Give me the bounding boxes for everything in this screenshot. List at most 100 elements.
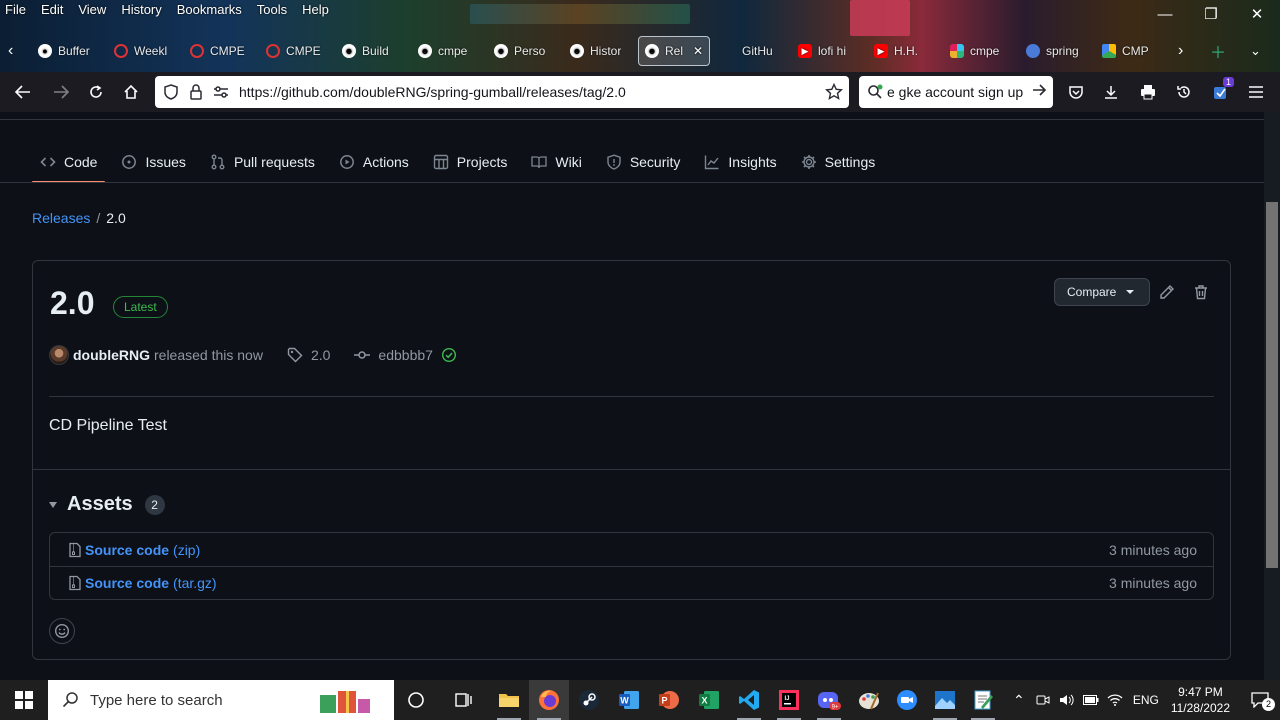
menu-file[interactable]: File — [5, 0, 26, 22]
tab-insights[interactable]: Insights — [696, 142, 784, 182]
task-view-cortana-icon[interactable] — [396, 680, 436, 720]
battery-icon[interactable] — [1079, 695, 1103, 705]
assets-toggle[interactable]: Assets 2 — [49, 493, 165, 516]
menu-bookmarks[interactable]: Bookmarks — [177, 0, 242, 22]
taskbar-search[interactable]: Type here to search — [48, 680, 394, 720]
show-hidden-icons-chevron-icon[interactable]: ⌃ — [1007, 692, 1031, 709]
tab-security[interactable]: Security — [598, 142, 689, 182]
tab-item[interactable]: ☻ Perso — [494, 36, 545, 66]
tab-item[interactable]: ▶ H.H. — [874, 36, 918, 66]
powerpoint-icon[interactable]: P — [649, 680, 689, 720]
tab-item[interactable]: ☻ Histor — [570, 36, 621, 66]
vscode-icon[interactable] — [729, 680, 769, 720]
breadcrumb-releases-link[interactable]: Releases — [32, 210, 90, 226]
paint-icon[interactable] — [849, 680, 889, 720]
tab-item[interactable]: CMPE — [266, 36, 321, 66]
zoom-icon[interactable] — [887, 680, 927, 720]
tab-projects[interactable]: Projects — [425, 142, 516, 182]
tab-item[interactable]: GitHu — [722, 36, 773, 66]
tab-wiki[interactable]: Wiki — [523, 142, 589, 182]
restore-button[interactable]: ❐ — [1188, 0, 1234, 28]
author-link[interactable]: doubleRNG — [73, 347, 150, 363]
edit-pencil-icon[interactable] — [1158, 283, 1176, 301]
firefox-icon[interactable] — [529, 680, 569, 720]
search-go-icon[interactable] — [1031, 82, 1047, 103]
close-window-button[interactable]: ✕ — [1234, 0, 1280, 28]
new-tab-icon[interactable]: ＋ — [1210, 36, 1226, 66]
tab-item[interactable]: CMP — [1102, 36, 1149, 66]
commit-link[interactable]: edbbbb7 — [354, 347, 433, 363]
history-icon[interactable] — [1174, 82, 1194, 102]
discord-icon[interactable]: 9+ — [809, 680, 849, 720]
task-view-icon[interactable] — [443, 680, 483, 720]
tab-item[interactable]: ☻ cmpe — [418, 36, 467, 66]
tab-item[interactable]: ☻ Build — [342, 36, 389, 66]
excel-icon[interactable]: X — [689, 680, 729, 720]
meet-now-icon[interactable] — [1031, 693, 1055, 707]
word-icon[interactable]: W — [609, 680, 649, 720]
menu-help[interactable]: Help — [302, 0, 329, 22]
tab-item[interactable]: Weekl — [114, 36, 167, 66]
search-query-text[interactable]: e gke account sign up — [887, 84, 1023, 100]
wifi-icon[interactable] — [1103, 693, 1127, 707]
url-bar[interactable]: https://github.com/doubleRNG/spring-gumb… — [155, 76, 849, 108]
tab-settings[interactable]: Settings — [793, 142, 884, 182]
tracking-protection-shield-icon[interactable] — [162, 83, 180, 101]
asset-format[interactable]: (zip) — [173, 542, 200, 558]
tab-code[interactable]: Code — [32, 142, 106, 183]
tab-item-active[interactable]: ☻ Rel ✕ — [638, 36, 710, 66]
url-text[interactable]: https://github.com/doubleRNG/spring-gumb… — [239, 84, 626, 100]
tab-item[interactable]: cmpe — [950, 36, 999, 66]
tab-item[interactable]: ● Buffer — [38, 36, 90, 66]
home-icon[interactable] — [118, 80, 144, 104]
clock[interactable]: 9:47 PM 11/28/2022 — [1171, 684, 1230, 716]
compare-button[interactable]: Compare — [1054, 278, 1150, 306]
avatar[interactable] — [49, 345, 69, 365]
bookmark-star-icon[interactable] — [824, 82, 844, 106]
lock-icon[interactable] — [187, 83, 205, 101]
menu-history[interactable]: History — [121, 0, 161, 22]
list-all-tabs-icon[interactable]: ⌄ — [1250, 36, 1261, 66]
asset-format[interactable]: (tar.gz) — [173, 575, 217, 591]
asset-name-link[interactable]: Source code — [85, 575, 169, 591]
notifications-icon[interactable]: 2 — [1240, 692, 1280, 711]
reload-icon[interactable] — [83, 80, 109, 104]
extension-icon[interactable]: 1 — [1211, 77, 1235, 102]
notepad-icon[interactable] — [963, 680, 1003, 720]
intellij-icon[interactable]: IJ — [769, 680, 809, 720]
tab-actions[interactable]: Actions — [331, 142, 417, 182]
close-tab-icon[interactable]: ✕ — [693, 44, 703, 58]
print-icon[interactable] — [1138, 82, 1158, 102]
menu-tools[interactable]: Tools — [257, 0, 287, 22]
tab-pull-requests[interactable]: Pull requests — [202, 142, 323, 182]
tag-link[interactable]: 2.0 — [287, 347, 330, 363]
tabs-scroll-right-icon[interactable]: › — [1178, 36, 1183, 66]
asset-row[interactable]: Source code (tar.gz) 3 minutes ago — [50, 566, 1213, 599]
file-explorer-icon[interactable] — [489, 680, 529, 720]
tab-item[interactable]: CMPE — [190, 36, 245, 66]
search-bar[interactable]: e gke account sign up — [859, 76, 1053, 108]
menu-edit[interactable]: Edit — [41, 0, 63, 22]
photos-icon[interactable] — [925, 680, 965, 720]
app-menu-icon[interactable] — [1246, 82, 1266, 102]
tab-item[interactable]: spring — [1026, 36, 1079, 66]
scrollbar-thumb[interactable] — [1266, 202, 1278, 568]
search-engine-icon[interactable] — [867, 84, 883, 100]
back-icon[interactable] — [10, 80, 36, 104]
asset-row[interactable]: Source code (zip) 3 minutes ago — [50, 533, 1213, 566]
language-indicator[interactable]: ENG — [1127, 693, 1165, 707]
tab-item[interactable]: ▶ lofi hi — [798, 36, 846, 66]
forward-icon[interactable] — [48, 80, 74, 104]
asset-name-link[interactable]: Source code — [85, 542, 169, 558]
downloads-icon[interactable] — [1101, 82, 1121, 102]
tab-issues[interactable]: Issues — [113, 142, 193, 182]
speaker-icon[interactable] — [1055, 693, 1079, 707]
permissions-icon[interactable] — [212, 83, 230, 101]
add-reaction-button[interactable] — [49, 618, 75, 644]
steam-icon[interactable] — [569, 680, 609, 720]
pocket-icon[interactable] — [1066, 82, 1086, 102]
minimize-button[interactable]: — — [1142, 0, 1188, 28]
release-title[interactable]: 2.0 — [50, 285, 94, 322]
verified-check-icon[interactable] — [441, 347, 457, 363]
start-button[interactable] — [0, 680, 48, 720]
